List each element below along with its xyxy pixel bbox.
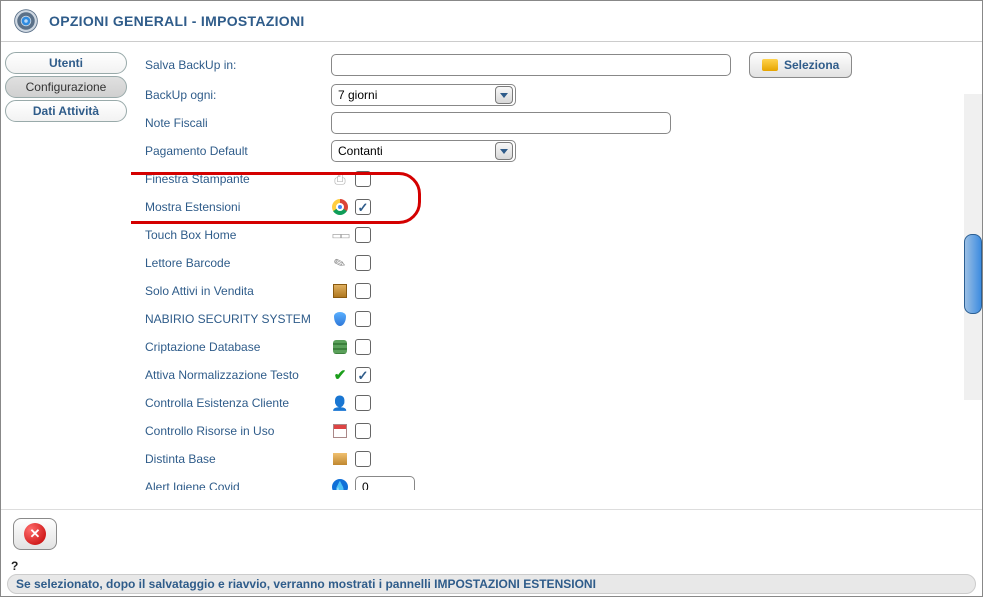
label: Solo Attivi in Vendita [145,284,325,298]
row-backup-every: BackUp ogni: 7 giorni [145,84,968,106]
backup-every-select[interactable]: 7 giorni [331,84,516,106]
page-title: OPZIONI GENERALI - IMPOSTAZIONI [49,13,305,29]
box-icon [331,282,349,300]
distinta-base-checkbox[interactable] [355,451,371,467]
row-mostra-estensioni: Mostra Estensioni [145,196,968,218]
chevron-down-icon [495,142,513,160]
default-payment-value: Contanti [338,144,383,158]
label: Controlla Esistenza Cliente [145,396,325,410]
help-icon[interactable]: ? [7,559,976,573]
row-finestra-stampante: Finestra Stampante ⎙ [145,168,968,190]
row-lettore-barcode: Lettore Barcode ✎ [145,252,968,274]
status-message: Se selezionato, dopo il salvataggio e ri… [7,574,976,594]
barcode-scanner-icon: ✎ [331,254,349,272]
label: Criptazione Database [145,340,325,354]
alert-covid-input[interactable] [355,476,415,490]
status-bar: ? Se selezionato, dopo il salvataggio e … [7,559,976,594]
label: NABIRIO SECURITY SYSTEM [145,312,325,326]
lettore-barcode-checkbox[interactable] [355,255,371,271]
chevron-down-icon [495,86,513,104]
label: Lettore Barcode [145,256,325,270]
chrome-icon [331,198,349,216]
esistenza-cliente-checkbox[interactable] [355,395,371,411]
row-criptazione-db: Criptazione Database [145,336,968,358]
label: Finestra Stampante [145,172,325,186]
printer-icon: ⎙ [331,170,349,188]
tab-dati-attivita[interactable]: Dati Attività [5,100,127,122]
row-touch-box-home: Touch Box Home ▭▭ [145,224,968,246]
check-icon: ✔ [331,366,349,384]
row-risorse-in-uso: Controllo Risorse in Uso [145,420,968,442]
sidebar: Utenti Configurazione Dati Attività [1,42,131,490]
row-backup-path: Salva BackUp in: Seleziona [145,52,968,78]
touch-box-home-checkbox[interactable] [355,227,371,243]
footer-toolbar: ✕ [1,509,982,558]
close-icon: ✕ [24,523,46,545]
select-button-label: Seleziona [784,58,839,72]
form-panel: Salva BackUp in: Seleziona BackUp ogni: … [131,42,982,490]
label: Distinta Base [145,452,325,466]
label-alert-covid: Alert Igiene Covid [145,480,325,490]
settings-window: OPZIONI GENERALI - IMPOSTAZIONI Utenti C… [0,0,983,597]
backup-every-value: 7 giorni [338,88,377,102]
vertical-scrollbar[interactable] [964,94,982,400]
label-backup-path: Salva BackUp in: [145,58,325,72]
touch-icon: ▭▭ [331,226,349,244]
finestra-stampante-checkbox[interactable] [355,171,371,187]
label: Touch Box Home [145,228,325,242]
package-icon [331,450,349,468]
calendar-icon [331,422,349,440]
database-icon [331,338,349,356]
row-esistenza-cliente: Controlla Esistenza Cliente 👤 [145,392,968,414]
label: Controllo Risorse in Uso [145,424,325,438]
row-alert-covid: Alert Igiene Covid 💧 [145,476,968,490]
row-distinta-base: Distinta Base [145,448,968,470]
gear-icon [11,6,41,36]
row-fiscal-notes: Note Fiscali [145,112,968,134]
solo-attivi-checkbox[interactable] [355,283,371,299]
mostra-estensioni-checkbox[interactable] [355,199,371,215]
label-default-payment: Pagamento Default [145,144,325,158]
security-system-checkbox[interactable] [355,311,371,327]
row-normalizzazione-testo: Attiva Normalizzazione Testo ✔ [145,364,968,386]
title-bar: OPZIONI GENERALI - IMPOSTAZIONI [1,1,982,42]
fiscal-notes-input[interactable] [331,112,671,134]
default-payment-select[interactable]: Contanti [331,140,516,162]
shield-icon [331,310,349,328]
row-security-system: NABIRIO SECURITY SYSTEM [145,308,968,330]
close-button[interactable]: ✕ [13,518,57,550]
label: Mostra Estensioni [145,200,325,214]
select-folder-button[interactable]: Seleziona [749,52,852,78]
backup-path-input[interactable] [331,54,731,76]
risorse-in-uso-checkbox[interactable] [355,423,371,439]
row-solo-attivi: Solo Attivi in Vendita [145,280,968,302]
criptazione-db-checkbox[interactable] [355,339,371,355]
body-area: Utenti Configurazione Dati Attività Salv… [1,42,982,490]
normalizzazione-testo-checkbox[interactable] [355,367,371,383]
folder-icon [762,59,778,71]
row-default-payment: Pagamento Default Contanti [145,140,968,162]
droplet-icon: 💧 [331,478,349,490]
label: Attiva Normalizzazione Testo [145,368,325,382]
label-fiscal-notes: Note Fiscali [145,116,325,130]
user-icon: 👤 [331,394,349,412]
scrollbar-handle[interactable] [964,234,982,314]
tab-utenti[interactable]: Utenti [5,52,127,74]
tab-configurazione[interactable]: Configurazione [5,76,127,98]
label-backup-every: BackUp ogni: [145,88,325,102]
